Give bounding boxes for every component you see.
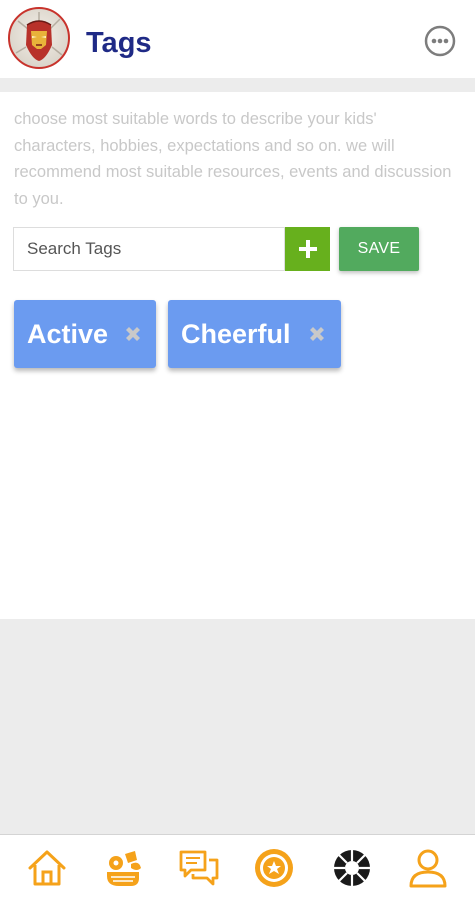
bottom-navigation: [0, 834, 475, 900]
save-button[interactable]: SAVE: [339, 227, 419, 271]
more-options-icon[interactable]: [424, 25, 456, 57]
nav-resources[interactable]: [101, 846, 145, 890]
tag-label: Cheerful: [181, 318, 291, 349]
nav-tags[interactable]: [330, 846, 374, 890]
nav-home[interactable]: [25, 846, 69, 890]
plus-icon: [298, 240, 317, 258]
chat-icon: [179, 850, 219, 886]
app-header: Tags: [0, 0, 475, 78]
tags-panel: choose most suitable words to describe y…: [0, 92, 475, 619]
shutter-icon: [334, 850, 370, 886]
tag-chip: Cheerful: [168, 300, 341, 368]
close-icon[interactable]: [306, 323, 328, 345]
nav-events[interactable]: [252, 846, 296, 890]
user-icon: [409, 849, 447, 888]
toys-icon: [107, 851, 141, 886]
tag-chip: Active: [14, 300, 156, 368]
home-icon: [28, 850, 66, 886]
add-tag-button[interactable]: [285, 227, 330, 271]
tag-label: Active: [27, 318, 109, 349]
nav-profile[interactable]: [406, 846, 450, 890]
nav-discussion[interactable]: [177, 846, 221, 890]
search-field: [13, 227, 285, 271]
badge-icon: [255, 849, 293, 887]
close-icon[interactable]: [122, 323, 144, 345]
instructions-text: choose most suitable words to describe y…: [14, 110, 452, 208]
search-input[interactable]: [14, 228, 284, 270]
page-title: Tags: [86, 27, 152, 59]
header-divider: [0, 78, 475, 92]
iron-man-avatar-icon[interactable]: [8, 7, 70, 69]
